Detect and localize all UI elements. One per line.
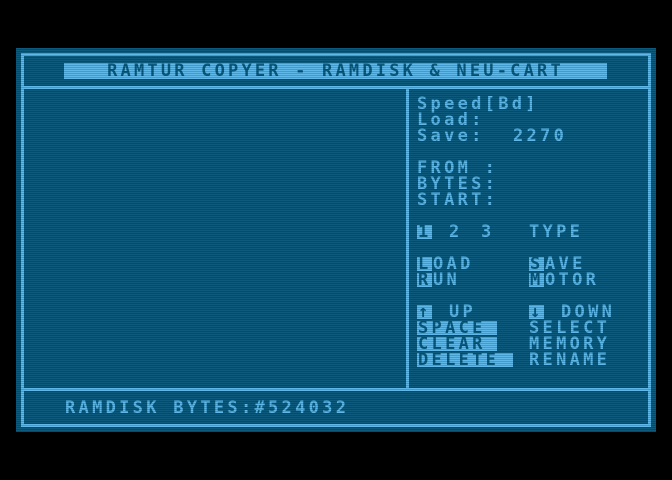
space-key[interactable]: SPACE <box>417 321 497 335</box>
delete-key[interactable]: DELETE <box>417 353 513 367</box>
load-key[interactable]: L <box>417 257 432 271</box>
screen: RAMTUR COPYER - RAMDISK & NEU-CART Speed… <box>16 48 656 432</box>
ramdisk-status: RAMDISK BYTES:#524032 <box>65 398 350 418</box>
panel-divider <box>406 86 409 391</box>
delete-label: RENAME <box>529 350 611 370</box>
run-command-label: UN <box>433 270 461 290</box>
save-key[interactable]: S <box>529 257 544 271</box>
motor-command-label: OTOR <box>545 270 600 290</box>
app-title: RAMTUR COPYER - RAMDISK & NEU-CART <box>64 63 607 79</box>
up-arrow-icon[interactable]: ↑ <box>417 305 432 319</box>
type-key-1[interactable]: 1 <box>417 225 432 239</box>
type-key-3[interactable]: 3 <box>481 224 495 241</box>
run-key[interactable]: R <box>417 273 432 287</box>
save-label: Save: <box>417 126 485 146</box>
motor-key[interactable]: M <box>529 273 544 287</box>
save-value: 2270 <box>513 126 568 146</box>
type-label: TYPE <box>529 222 584 242</box>
up-label: UP <box>449 302 477 322</box>
status-divider <box>21 388 651 391</box>
file-list-panel[interactable] <box>24 89 406 388</box>
down-arrow-icon[interactable]: ↓ <box>529 305 544 319</box>
start-label: START: <box>417 190 499 210</box>
clear-key[interactable]: CLEAR <box>417 337 497 351</box>
type-key-2[interactable]: 2 <box>449 224 463 241</box>
